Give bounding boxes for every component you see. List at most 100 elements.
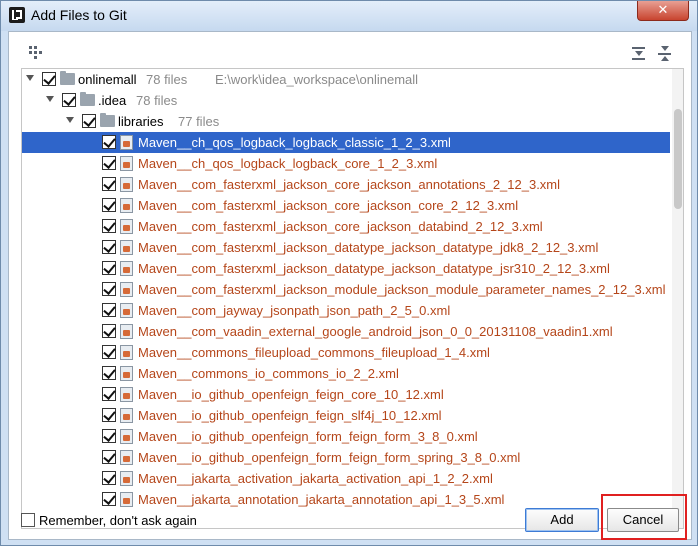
file-name: Maven__com_vaadin_external_google_androi… (138, 324, 613, 339)
file-row[interactable]: Maven__com_fasterxml_jackson_module_jack… (22, 279, 670, 300)
file-name: Maven__io_github_openfeign_feign_slf4j_1… (138, 408, 442, 423)
group-by-icon[interactable] (29, 46, 45, 62)
checkbox[interactable] (102, 219, 116, 233)
file-name: Maven__com_fasterxml_jackson_datatype_ja… (138, 261, 610, 276)
tree-node-libraries[interactable]: libraries 77 files (22, 111, 670, 132)
dialog-title: Add Files to Git (31, 7, 127, 23)
checkbox[interactable] (102, 408, 116, 422)
file-row[interactable]: Maven__ch_qos_logback_logback_classic_1_… (22, 132, 670, 153)
file-name: Maven__jakarta_annotation_jakarta_annota… (138, 492, 505, 507)
file-row[interactable]: Maven__com_vaadin_external_google_androi… (22, 321, 670, 342)
xml-file-icon (120, 198, 133, 213)
checkbox[interactable] (102, 198, 116, 212)
xml-file-icon (120, 471, 133, 486)
file-row[interactable]: Maven__commons_io_commons_io_2_2.xml (22, 363, 670, 384)
xml-file-icon (120, 492, 133, 507)
scrollbar-thumb[interactable] (674, 109, 682, 209)
xml-file-icon (120, 240, 133, 255)
checkbox[interactable] (102, 387, 116, 401)
xml-file-icon (120, 345, 133, 360)
checkbox[interactable] (102, 240, 116, 254)
xml-file-icon (120, 324, 133, 339)
checkbox[interactable] (62, 93, 76, 107)
file-name: Maven__com_fasterxml_jackson_module_jack… (138, 282, 666, 297)
xml-file-icon (120, 387, 133, 402)
file-row[interactable]: Maven__commons_fileupload_commons_fileup… (22, 342, 670, 363)
file-name: Maven__io_github_openfeign_form_feign_fo… (138, 450, 521, 465)
xml-file-icon (120, 429, 133, 444)
title-bar: Add Files to Git ✕ (1, 1, 697, 31)
collapse-all-icon[interactable] (657, 46, 673, 62)
xml-file-icon (120, 408, 133, 423)
file-row[interactable]: Maven__io_github_openfeign_form_feign_fo… (22, 426, 670, 447)
xml-file-icon (120, 366, 133, 381)
close-button[interactable]: ✕ (637, 1, 689, 21)
add-button[interactable]: Add (525, 508, 599, 532)
expand-arrow-icon[interactable] (26, 75, 34, 81)
file-name: Maven__io_github_openfeign_form_feign_fo… (138, 429, 478, 444)
file-row[interactable]: Maven__io_github_openfeign_feign_slf4j_1… (22, 405, 670, 426)
checkbox[interactable] (42, 72, 56, 86)
folder-icon (100, 113, 115, 127)
checkbox[interactable] (102, 366, 116, 380)
xml-file-icon (120, 156, 133, 171)
checkbox[interactable] (102, 135, 116, 149)
file-tree[interactable]: onlinemall 78 files E:\work\idea_workspa… (21, 68, 684, 529)
file-row[interactable]: Maven__com_fasterxml_jackson_core_jackso… (22, 174, 670, 195)
checkbox[interactable] (102, 261, 116, 275)
file-row[interactable]: Maven__jakarta_activation_jakarta_activa… (22, 468, 670, 489)
xml-file-icon (120, 135, 133, 150)
dialog-content: onlinemall 78 files E:\work\idea_workspa… (8, 31, 692, 540)
file-name: Maven__commons_io_commons_io_2_2.xml (138, 366, 399, 381)
file-row[interactable]: Maven__io_github_openfeign_feign_core_10… (22, 384, 670, 405)
node-label: .idea (98, 93, 127, 108)
checkbox[interactable] (102, 156, 116, 170)
xml-file-icon (120, 177, 133, 192)
node-label: libraries (118, 114, 164, 129)
checkbox[interactable] (102, 345, 116, 359)
file-name: Maven__ch_qos_logback_logback_core_1_2_3… (138, 156, 438, 171)
file-name: Maven__com_fasterxml_jackson_datatype_ja… (138, 240, 599, 255)
file-name: Maven__io_github_openfeign_feign_core_10… (138, 387, 444, 402)
file-name: Maven__com_fasterxml_jackson_core_jackso… (138, 198, 519, 213)
xml-file-icon (120, 282, 133, 297)
file-row[interactable]: Maven__com_fasterxml_jackson_datatype_ja… (22, 237, 670, 258)
xml-file-icon (120, 261, 133, 276)
expand-arrow-icon[interactable] (66, 117, 74, 123)
checkbox[interactable] (102, 303, 116, 317)
file-name: Maven__ch_qos_logback_logback_classic_1_… (138, 135, 451, 150)
file-count: 78 files (136, 93, 178, 108)
file-row[interactable]: Maven__com_jayway_jsonpath_json_path_2_5… (22, 300, 670, 321)
file-row[interactable]: Maven__jakarta_annotation_jakarta_annota… (22, 489, 670, 510)
remember-checkbox[interactable] (21, 513, 35, 527)
checkbox[interactable] (102, 177, 116, 191)
checkbox[interactable] (102, 282, 116, 296)
tree-node-onlinemall[interactable]: onlinemall 78 files E:\work\idea_workspa… (22, 69, 670, 90)
checkbox[interactable] (102, 471, 116, 485)
file-row[interactable]: Maven__com_fasterxml_jackson_datatype_ja… (22, 258, 670, 279)
node-label: onlinemall (78, 72, 137, 87)
vertical-scrollbar[interactable] (672, 69, 683, 528)
checkbox[interactable] (82, 114, 96, 128)
checkbox[interactable] (102, 429, 116, 443)
tree-node-idea[interactable]: .idea 78 files (22, 90, 670, 111)
folder-icon (60, 71, 75, 85)
remember-label: Remember, don't ask again (39, 513, 197, 528)
checkbox[interactable] (102, 492, 116, 506)
checkbox[interactable] (102, 450, 116, 464)
file-row[interactable]: Maven__com_fasterxml_jackson_core_jackso… (22, 195, 670, 216)
xml-file-icon (120, 450, 133, 465)
xml-file-icon (120, 303, 133, 318)
expand-all-icon[interactable] (631, 46, 647, 62)
file-name: Maven__jakarta_activation_jakarta_activa… (138, 471, 493, 486)
expand-arrow-icon[interactable] (46, 96, 54, 102)
file-name: Maven__com_fasterxml_jackson_core_jackso… (138, 177, 561, 192)
file-row[interactable]: Maven__com_fasterxml_jackson_core_jackso… (22, 216, 670, 237)
file-name: Maven__commons_fileupload_commons_fileup… (138, 345, 490, 360)
checkbox[interactable] (102, 324, 116, 338)
file-name: Maven__com_jayway_jsonpath_json_path_2_5… (138, 303, 451, 318)
file-row[interactable]: Maven__ch_qos_logback_logback_core_1_2_3… (22, 153, 670, 174)
annotation-highlight-box (601, 494, 687, 540)
file-row[interactable]: Maven__io_github_openfeign_form_feign_fo… (22, 447, 670, 468)
folder-icon (80, 92, 95, 106)
